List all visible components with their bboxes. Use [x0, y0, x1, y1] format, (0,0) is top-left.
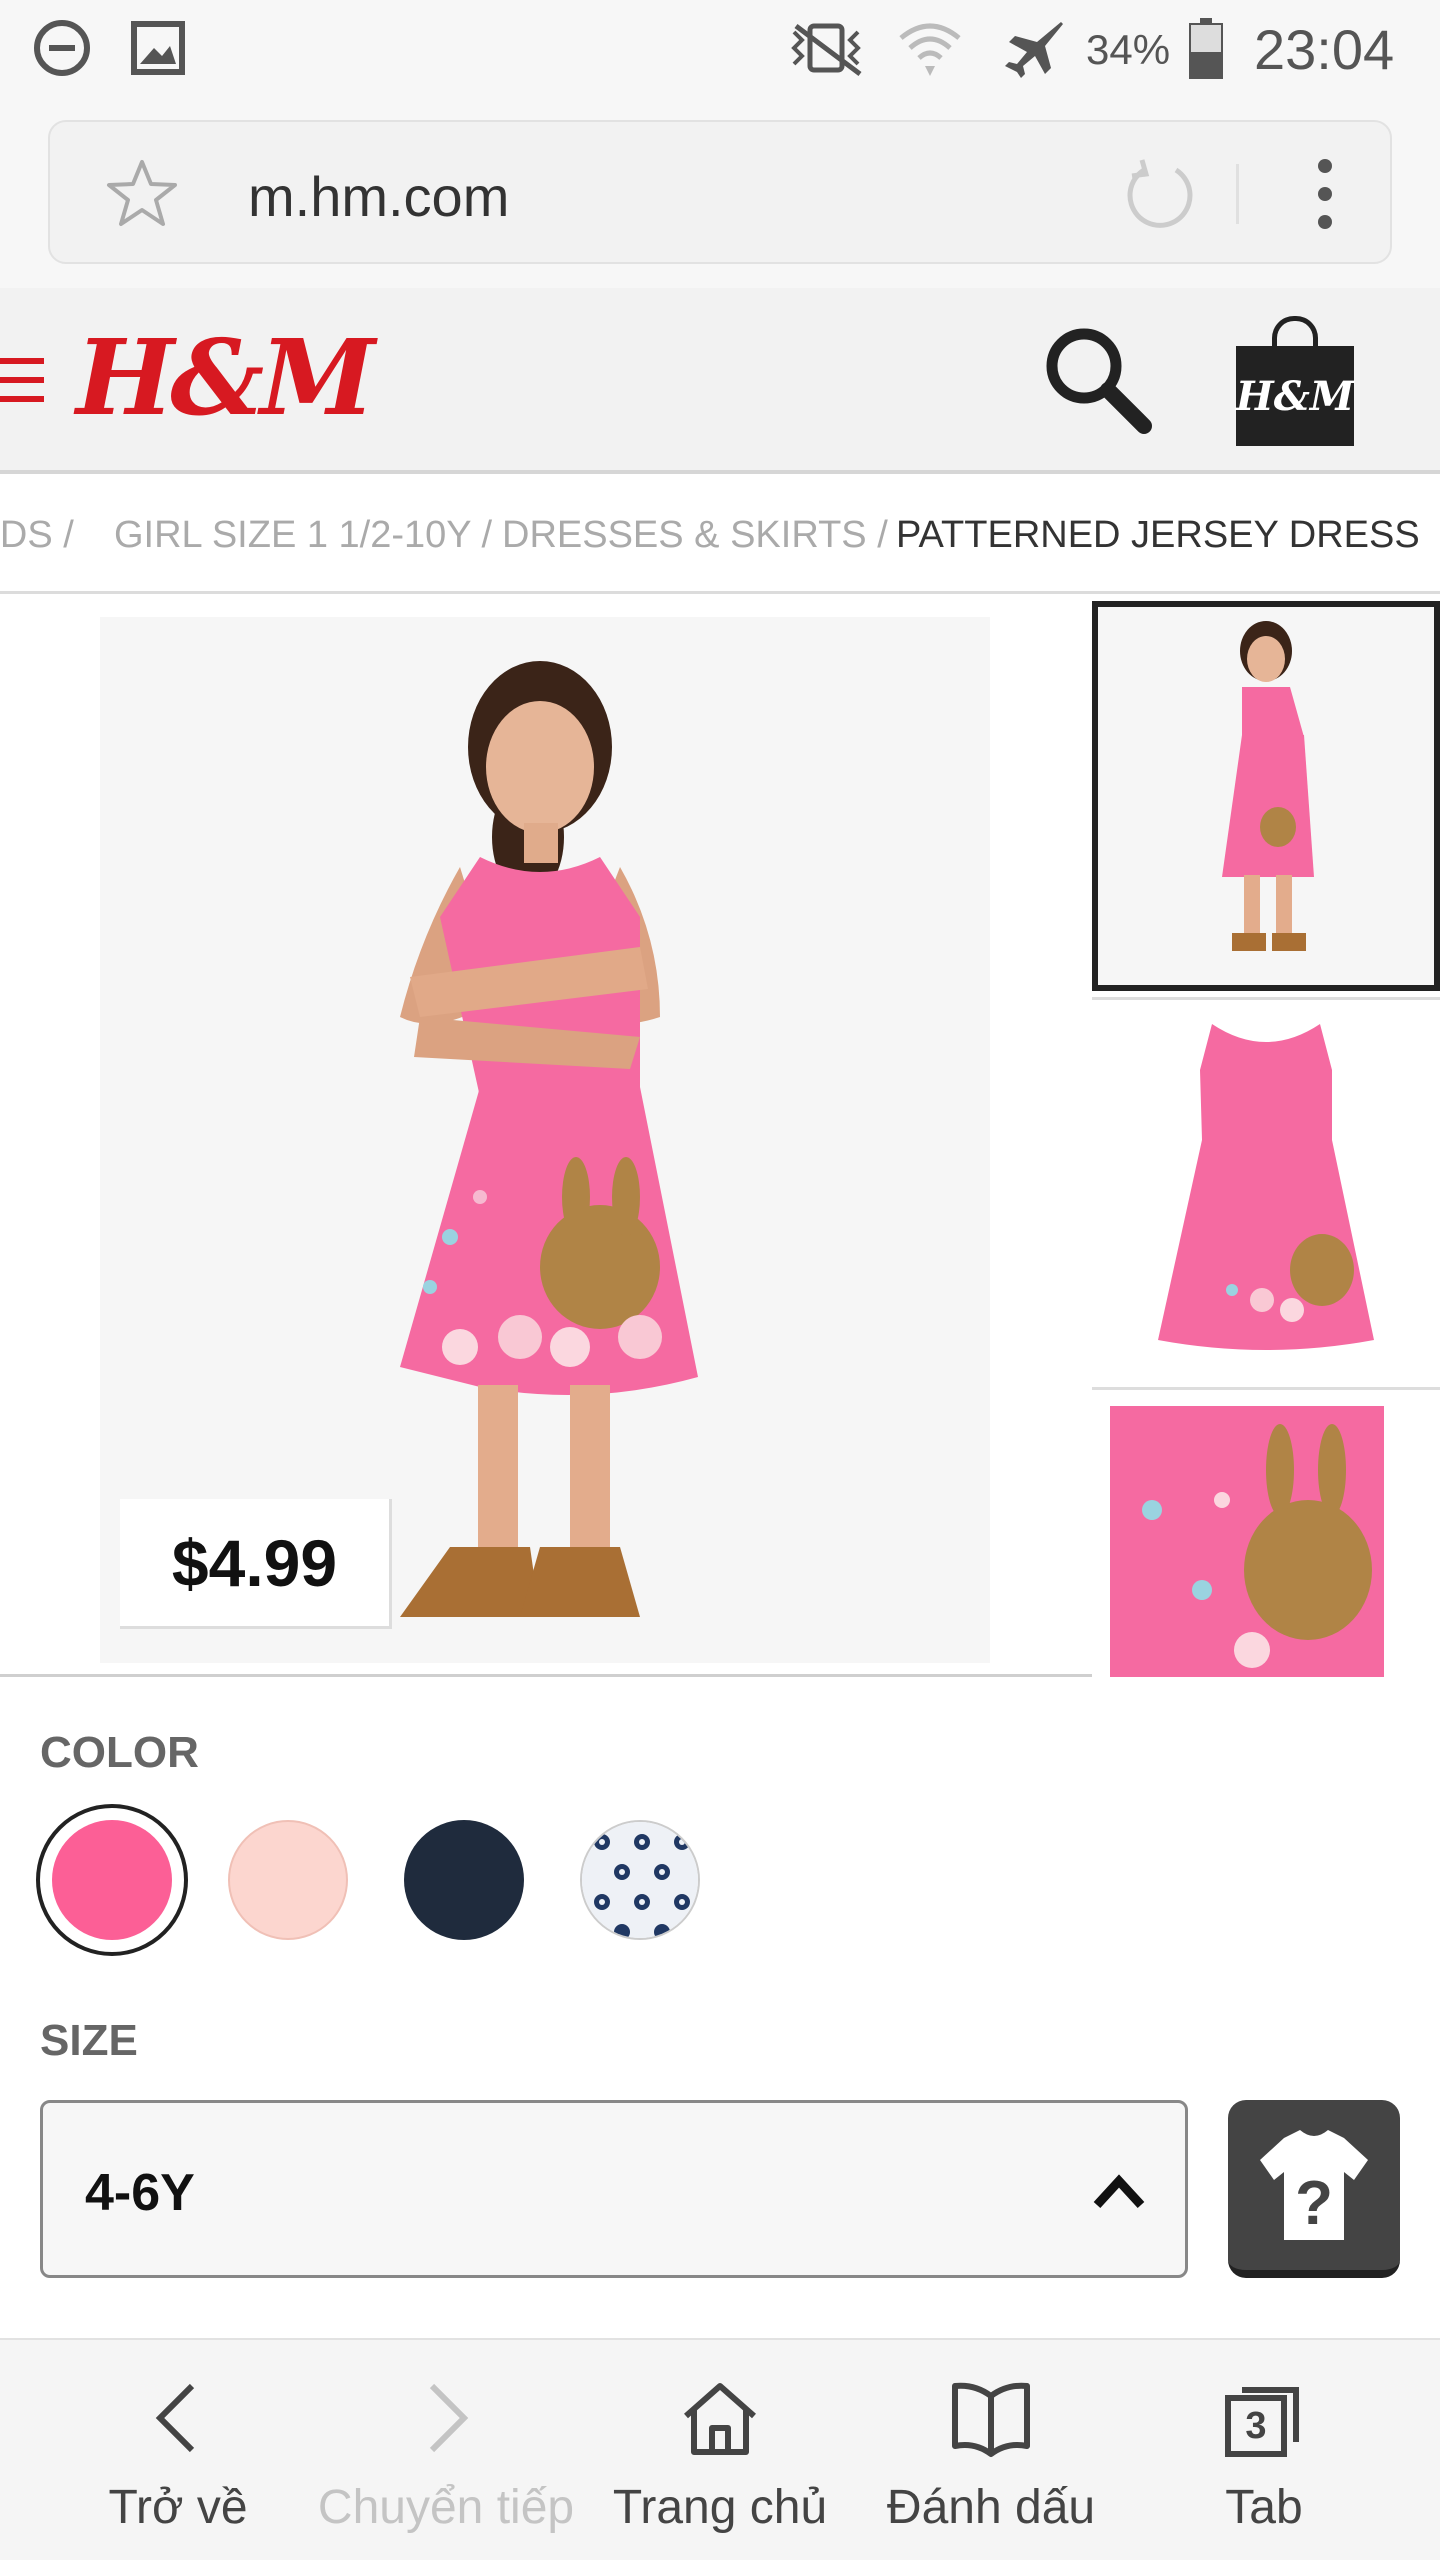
bookmarks-button[interactable]: Đánh dấu: [880, 2340, 1102, 2560]
reload-icon[interactable]: [1120, 156, 1200, 236]
bag-logo: H&M: [1236, 346, 1354, 446]
shirt-help-icon: ?: [1260, 2130, 1368, 2240]
chevron-right-icon: [429, 2383, 469, 2453]
thumbnail-2[interactable]: [1092, 997, 1440, 1381]
thumbnail-1[interactable]: [1092, 601, 1440, 991]
forward-label: Chuyển tiếp: [317, 2481, 575, 2534]
browser-bottom-bar: Trở về Chuyển tiếp Trang chủ Đánh dấu 3 …: [0, 2338, 1440, 2560]
breadcrumb-dresses-skirts[interactable]: DRESSES & SKIRTS /: [502, 514, 888, 557]
breadcrumb: KIDS / GIRL SIZE 1 1/2-10Y / DRESSES & S…: [0, 474, 1440, 594]
bookmarks-icon: [952, 2382, 1030, 2457]
svg-text:?: ?: [1295, 2169, 1333, 2238]
toolbar-separator: [1236, 164, 1239, 224]
url-text[interactable]: m.hm.com: [248, 164, 509, 229]
shopping-bag-icon[interactable]: H&M: [1236, 316, 1354, 446]
address-bar[interactable]: m.hm.com: [48, 120, 1392, 264]
size-select[interactable]: 4-6Y: [40, 2100, 1188, 2278]
back-button[interactable]: Trở về: [82, 2340, 274, 2560]
chevron-up-icon: [1093, 2174, 1145, 2209]
browser-toolbar: m.hm.com: [0, 108, 1440, 288]
do-not-disturb-icon: [30, 18, 94, 78]
color-swatch-light-pink[interactable]: [228, 1820, 348, 1940]
more-options-icon[interactable]: [1310, 156, 1340, 232]
size-guide-button[interactable]: ?: [1228, 2100, 1400, 2278]
color-swatch-pink[interactable]: [52, 1820, 172, 1940]
forward-button[interactable]: Chuyển tiếp: [312, 2340, 580, 2560]
battery-percent: 34%: [1086, 26, 1171, 73]
clock: 23:04: [1254, 18, 1395, 81]
size-label: SIZE: [40, 2016, 138, 2065]
color-label: COLOR: [40, 1728, 199, 1777]
vibrate-mute-icon: [780, 18, 872, 78]
breadcrumb-kids[interactable]: KIDS /: [0, 514, 74, 557]
airplane-mode-icon: [998, 18, 1068, 78]
battery-icon: [1184, 18, 1228, 79]
tabs-button[interactable]: 3 Tab: [1198, 2340, 1330, 2560]
size-value: 4-6Y: [85, 2164, 195, 2222]
image-notification-icon: [126, 18, 190, 78]
color-swatch-navy[interactable]: [404, 1820, 524, 1940]
hm-logo[interactable]: H&M: [76, 316, 375, 439]
home-label: Trang chủ: [612, 2481, 828, 2534]
tabs-icon: 3: [1222, 2376, 1306, 2460]
price-tag: $4.99: [120, 1499, 392, 1629]
chevron-left-icon: [155, 2383, 195, 2453]
thumbnail-3[interactable]: [1092, 1387, 1440, 1677]
product-gallery: $4.99: [0, 597, 1440, 1677]
status-bar: 34% 23:04: [0, 0, 1440, 108]
main-product-image[interactable]: $4.99: [100, 617, 990, 1663]
home-icon: [684, 2383, 756, 2455]
bookmarks-label: Đánh dấu: [886, 2481, 1096, 2534]
search-icon[interactable]: [1036, 318, 1156, 438]
wifi-icon: [890, 18, 970, 78]
home-button[interactable]: Trang chủ: [604, 2340, 836, 2560]
color-swatch-pattern[interactable]: [580, 1820, 700, 1940]
breadcrumb-current-product: PATTERNED JERSEY DRESS: [896, 514, 1420, 556]
site-header: H&M H&M: [0, 288, 1440, 474]
breadcrumb-girl-size[interactable]: GIRL SIZE 1 1/2-10Y /: [114, 514, 492, 557]
tab-count: 3: [1245, 2405, 1267, 2447]
bookmark-star-icon[interactable]: [104, 156, 180, 232]
menu-icon[interactable]: [0, 358, 44, 402]
tabs-label: Tab: [1225, 2481, 1303, 2534]
back-label: Trở về: [108, 2481, 248, 2534]
thumbnail-strip: [1092, 597, 1440, 1677]
